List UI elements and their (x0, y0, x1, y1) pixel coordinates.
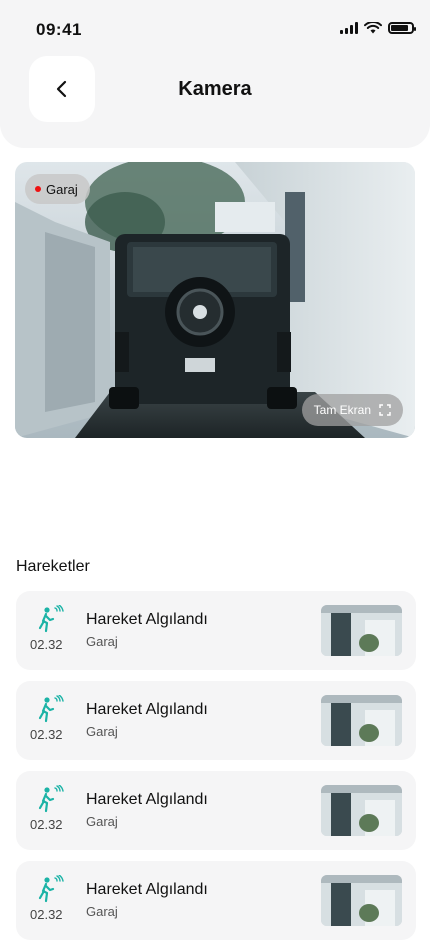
motion-sensor-icon (38, 875, 64, 903)
event-title: Hareket Algılandı (86, 701, 208, 718)
event-item[interactable]: 02.32 Hareket Algılandı Garaj (16, 681, 416, 760)
fullscreen-icon (379, 404, 391, 416)
wifi-icon (364, 22, 382, 34)
event-item[interactable]: 02.32 Hareket Algılandı Garaj (16, 861, 416, 940)
event-time: 02.32 (30, 727, 63, 742)
event-thumbnail[interactable] (321, 875, 402, 926)
live-dot-icon (35, 186, 41, 192)
event-location: Garaj (86, 634, 118, 649)
motion-sensor-icon (38, 605, 64, 633)
status-icons (340, 22, 416, 34)
event-location: Garaj (86, 814, 118, 829)
event-location: Garaj (86, 724, 118, 739)
event-thumbnail[interactable] (321, 785, 402, 836)
header: 09:41 Kamera (0, 0, 430, 148)
fullscreen-button[interactable]: Tam Ekran (301, 394, 403, 426)
motion-sensor-icon (38, 695, 64, 723)
fullscreen-label: Tam Ekran (313, 403, 371, 417)
event-thumbnail[interactable] (321, 695, 402, 746)
camera-feed[interactable]: Garaj Tam Ekran (15, 162, 415, 438)
event-time: 02.32 (30, 907, 63, 922)
events-list: 02.32 Hareket Algılandı Garaj 02.32 Hare… (16, 591, 416, 951)
event-thumbnail[interactable] (321, 605, 402, 656)
event-title: Hareket Algılandı (86, 791, 208, 808)
event-time: 02.32 (30, 637, 63, 652)
event-title: Hareket Algılandı (86, 611, 208, 628)
event-title: Hareket Algılandı (86, 881, 208, 898)
page-title: Kamera (178, 78, 252, 100)
camera-location-badge: Garaj (25, 174, 90, 204)
status-time: 09:41 (36, 20, 82, 39)
event-location: Garaj (86, 904, 118, 919)
battery-icon (388, 22, 416, 34)
event-time: 02.32 (30, 817, 63, 832)
camera-location-label: Garaj (46, 181, 78, 197)
signal-icon (340, 22, 358, 34)
event-item[interactable]: 02.32 Hareket Algılandı Garaj (16, 591, 416, 670)
motion-sensor-icon (38, 785, 64, 813)
events-section-title: Hareketler (16, 558, 90, 575)
event-item[interactable]: 02.32 Hareket Algılandı Garaj (16, 771, 416, 850)
